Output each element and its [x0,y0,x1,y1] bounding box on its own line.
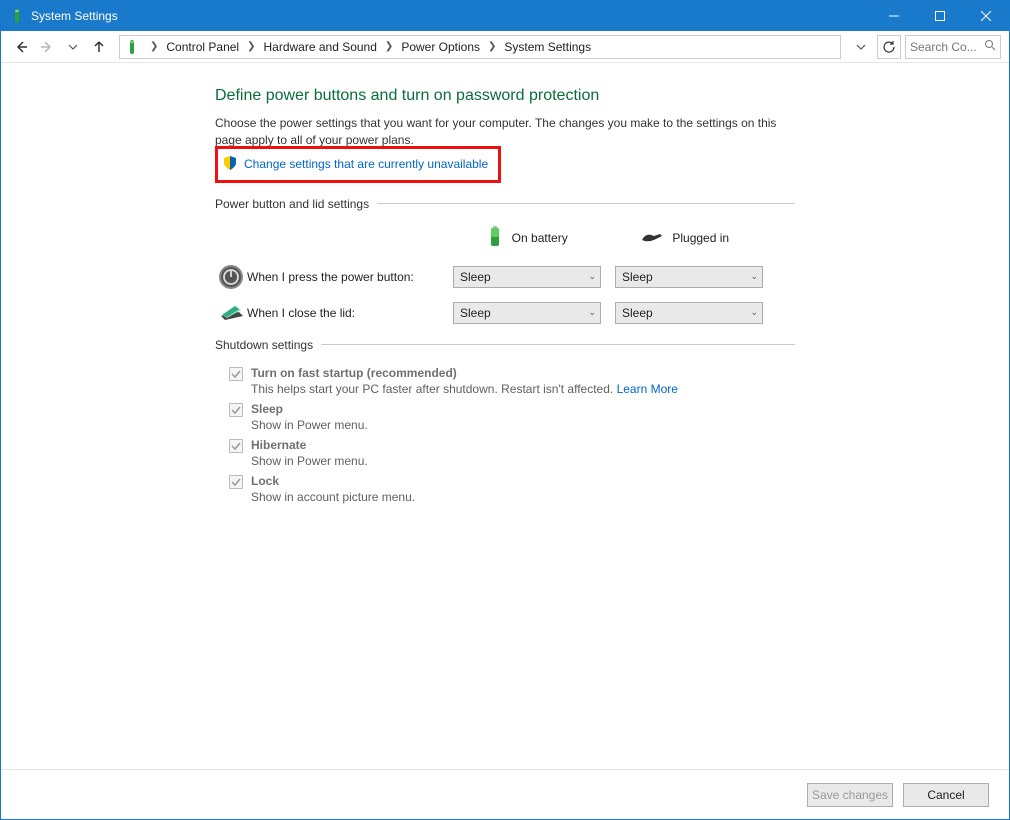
page-description: Choose the power settings that you want … [215,115,795,150]
breadcrumb-item[interactable]: Control Panel [162,40,243,54]
laptop-icon [215,302,247,324]
page-title: Define power buttons and turn on passwor… [215,87,795,105]
power-button-battery-select[interactable]: Sleep⌄ [453,266,601,288]
checkbox-fast-startup[interactable] [229,367,243,381]
shutdown-item-subtitle: Show in Power menu. [251,454,368,468]
shutdown-item-title: Turn on fast startup (recommended) [251,366,678,380]
checkbox-hibernate[interactable] [229,439,243,453]
breadcrumb[interactable]: ❯ Control Panel ❯ Hardware and Sound ❯ P… [119,35,841,59]
window: System Settings ❯ Control Panel ❯ Hardwa… [0,0,1010,820]
col-header-plugged: Plugged in [640,230,795,247]
chevron-down-icon: ⌄ [588,271,596,282]
search-input[interactable]: Search Co... [905,35,1001,59]
close-button[interactable] [963,1,1009,31]
change-settings-highlight: Change settings that are currently unava… [215,146,501,183]
address-dropdown-button[interactable] [849,35,873,59]
learn-more-link[interactable]: Learn More [617,382,678,396]
shutdown-item-lock: Lock Show in account picture menu. [215,468,795,504]
shutdown-item-fast-startup: Turn on fast startup (recommended) This … [215,360,795,396]
plug-icon [640,230,664,247]
row-label: When I close the lid: [247,306,437,320]
forward-button[interactable] [35,35,59,59]
app-icon [9,8,25,24]
chevron-down-icon: ⌄ [588,307,596,318]
chevron-right-icon: ❯ [383,41,395,52]
power-icon [215,264,247,290]
breadcrumb-item[interactable]: Power Options [397,40,484,54]
cancel-button[interactable]: Cancel [903,783,989,807]
power-button-plugged-select[interactable]: Sleep⌄ [615,266,763,288]
search-placeholder: Search Co... [910,40,984,54]
shutdown-settings-group: Shutdown settings Turn on fast startup (… [215,338,795,504]
titlebar: System Settings [1,1,1009,31]
power-button-group: Power button and lid settings On battery… [215,197,795,324]
group-title-text: Power button and lid settings [215,197,369,211]
footer: Save changes Cancel [1,769,1009,819]
shutdown-item-subtitle: This helps start your PC faster after sh… [251,382,678,396]
maximize-button[interactable] [917,1,963,31]
battery-icon [124,39,140,55]
checkbox-lock[interactable] [229,475,243,489]
up-button[interactable] [87,35,111,59]
breadcrumb-item[interactable]: Hardware and Sound [260,40,381,54]
search-icon [984,39,996,54]
close-lid-battery-select[interactable]: Sleep⌄ [453,302,601,324]
checkbox-sleep[interactable] [229,403,243,417]
window-title: System Settings [31,9,871,23]
divider [321,344,795,345]
toolbar: ❯ Control Panel ❯ Hardware and Sound ❯ P… [1,31,1009,63]
shutdown-item-hibernate: Hibernate Show in Power menu. [215,432,795,468]
col-header-battery: On battery [486,225,641,252]
group-title-text: Shutdown settings [215,338,313,352]
power-button-row: When I press the power button: Sleep⌄ Sl… [215,264,795,290]
row-label: When I press the power button: [247,270,437,284]
close-lid-row: When I close the lid: Sleep⌄ Sleep⌄ [215,302,795,324]
chevron-down-icon: ⌄ [750,307,758,318]
shutdown-item-title: Sleep [251,402,368,416]
shutdown-item-subtitle: Show in account picture menu. [251,490,415,504]
save-button[interactable]: Save changes [807,783,893,807]
content-area: Define power buttons and turn on passwor… [1,63,1009,769]
change-settings-link[interactable]: Change settings that are currently unava… [244,157,488,171]
chevron-right-icon: ❯ [148,41,160,52]
refresh-button[interactable] [877,35,901,59]
chevron-down-icon: ⌄ [750,271,758,282]
shutdown-item-title: Lock [251,474,415,488]
breadcrumb-item[interactable]: System Settings [500,40,595,54]
battery-icon [486,225,504,252]
shutdown-item-title: Hibernate [251,438,368,452]
recent-locations-button[interactable] [61,35,85,59]
shield-icon [222,155,238,174]
chevron-right-icon: ❯ [245,41,257,52]
shutdown-item-subtitle: Show in Power menu. [251,418,368,432]
chevron-right-icon: ❯ [486,41,498,52]
shutdown-item-sleep: Sleep Show in Power menu. [215,396,795,432]
close-lid-plugged-select[interactable]: Sleep⌄ [615,302,763,324]
back-button[interactable] [9,35,33,59]
minimize-button[interactable] [871,1,917,31]
divider [377,203,795,204]
